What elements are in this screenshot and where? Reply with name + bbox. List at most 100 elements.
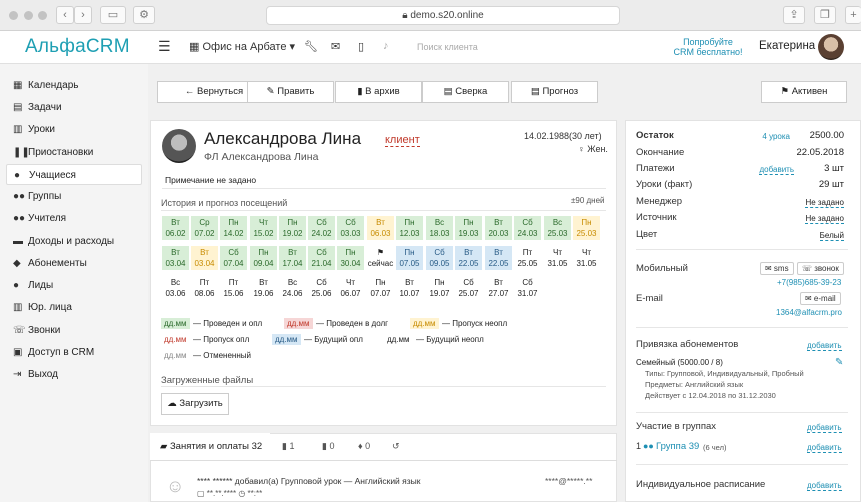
- attendance-day[interactable]: Вт 22.05: [455, 246, 482, 270]
- sidebar-item-company[interactable]: ▥ Юр. лица: [6, 297, 142, 318]
- sidebar-item-leads[interactable]: ● Лиды: [6, 275, 142, 296]
- attendance-day[interactable]: Сб 07.04: [220, 246, 247, 270]
- subscription-name[interactable]: Семейный (5000.00 / 8): [636, 358, 723, 367]
- client-tag[interactable]: клиент: [385, 134, 420, 147]
- balance-value[interactable]: Белый: [819, 231, 844, 241]
- attendance-day[interactable]: Вс 25.03: [544, 216, 571, 240]
- balance-link[interactable]: добавить: [759, 165, 794, 175]
- attendance-day[interactable]: Пн 07.05: [396, 246, 423, 270]
- attendance-day[interactable]: Пн 25.03: [573, 216, 600, 240]
- attendance-day[interactable]: Пн 12.03: [396, 216, 423, 240]
- back-arrow-icon[interactable]: ‹: [56, 6, 74, 24]
- attendance-day[interactable]: Вс 24.06: [279, 276, 306, 300]
- attendance-day[interactable]: Сб 09.05: [426, 246, 453, 270]
- sidebar-item-pause[interactable]: ❚❚ Приостановки: [6, 142, 142, 163]
- sidebar-item-tasks[interactable]: ▤ Задачи: [6, 97, 142, 118]
- user-name[interactable]: Екатерина: [759, 40, 815, 52]
- attendance-day[interactable]: Вт 03.04: [191, 246, 218, 270]
- attendance-day[interactable]: Чт 15.02: [250, 216, 277, 240]
- attendance-day[interactable]: Вт 10.07: [396, 276, 423, 300]
- add-subscription-link[interactable]: добавить: [807, 341, 842, 351]
- attendance-day[interactable]: Пн 09.04: [250, 246, 277, 270]
- mail-icon[interactable]: ✉: [331, 40, 340, 53]
- sidebar-item-calendar[interactable]: ▦ Календарь: [6, 75, 142, 96]
- reconcile-button[interactable]: ▤ Сверка: [422, 81, 509, 103]
- mobile-phone[interactable]: +7(985)685-39-23: [777, 278, 841, 287]
- new-tab-icon[interactable]: +: [845, 6, 861, 24]
- mobile-icon[interactable]: ▯: [358, 40, 364, 53]
- wrench-icon[interactable]: 🔧︎: [304, 40, 318, 53]
- group-add-link[interactable]: добавить: [807, 443, 842, 453]
- sidebar-item-money[interactable]: ▬ Доходы и расходы: [6, 231, 142, 252]
- attendance-day[interactable]: Вт 03.04: [162, 246, 189, 270]
- attendance-day[interactable]: Вт 17.04: [279, 246, 306, 270]
- tab-history[interactable]: ↺: [392, 441, 400, 452]
- attendance-day[interactable]: Пн 14.02: [220, 216, 247, 240]
- sidebar-item-phone[interactable]: ☏ Звонки: [6, 320, 142, 341]
- attendance-day[interactable]: Вс 03.06: [162, 276, 189, 300]
- attendance-day[interactable]: Сб 25.06: [308, 276, 335, 300]
- upload-button[interactable]: ☁ Загрузить: [161, 393, 229, 415]
- window-zoom-dot[interactable]: [38, 11, 47, 20]
- balance-link[interactable]: 4 урока: [762, 132, 790, 141]
- attendance-day[interactable]: Сб 24.02: [308, 216, 335, 240]
- attendance-day[interactable]: ⚑ сейчас: [367, 246, 394, 270]
- attendance-day[interactable]: Чт 31.05: [573, 246, 600, 270]
- attendance-day[interactable]: Сб 24.03: [514, 216, 541, 240]
- attendance-day[interactable]: Пт 25.05: [514, 246, 541, 270]
- attendance-day[interactable]: Вт 20.03: [485, 216, 512, 240]
- email-address[interactable]: 1364@alfacrm.pro: [776, 308, 842, 317]
- pencil-icon[interactable]: ✎: [835, 357, 843, 368]
- sms-button[interactable]: ✉ sms: [760, 262, 794, 275]
- attendance-day[interactable]: Сб 03.03: [337, 216, 364, 240]
- forward-arrow-icon[interactable]: ›: [74, 6, 92, 24]
- balance-value[interactable]: Не задано: [805, 198, 844, 208]
- attendance-day[interactable]: Пн 19.03: [455, 216, 482, 240]
- email-button[interactable]: ✉ e-mail: [800, 292, 841, 305]
- attendance-day[interactable]: Пн 07.07: [367, 276, 394, 300]
- archive-button[interactable]: ▮ В архив: [335, 81, 422, 103]
- sidebar-toggle-icon[interactable]: ▭: [100, 6, 126, 24]
- attendance-day[interactable]: Пн 30.04: [337, 246, 364, 270]
- user-avatar[interactable]: [818, 34, 844, 60]
- attendance-day[interactable]: Вт 22.05: [485, 246, 512, 270]
- sidebar-item-lessons[interactable]: ▥ Уроки: [6, 119, 142, 140]
- attendance-day[interactable]: Вс 18.03: [426, 216, 453, 240]
- settings-gear-icon[interactable]: ⚙: [133, 6, 155, 24]
- attendance-day[interactable]: Вт 06.02: [162, 216, 189, 240]
- balance-value[interactable]: Не задано: [805, 214, 844, 224]
- call-button[interactable]: ☏ звонок: [797, 262, 844, 275]
- client-search-input[interactable]: Поиск клиента: [417, 42, 478, 52]
- sidebar-item-lock[interactable]: ▣ Доступ в CRM: [6, 342, 142, 363]
- attendance-day[interactable]: Чт 06.07: [337, 276, 364, 300]
- sidebar-item-groups[interactable]: ●● Группы: [6, 186, 142, 207]
- attendance-day[interactable]: Вт 19.06: [250, 276, 277, 300]
- add-group-link[interactable]: добавить: [807, 423, 842, 433]
- active-status-button[interactable]: ⚑ Активен: [761, 81, 847, 103]
- share-icon[interactable]: ⇪: [783, 6, 805, 24]
- sidebar-item-subscription[interactable]: ◆ Абонементы: [6, 253, 142, 274]
- tab-lessons-payments[interactable]: ▰ Занятия и оплаты 32: [150, 433, 270, 460]
- tab-3[interactable]: ▮ 0: [322, 441, 334, 452]
- attendance-day[interactable]: Сб 21.04: [308, 246, 335, 270]
- attendance-day[interactable]: Пн 19.07: [426, 276, 453, 300]
- forecast-button[interactable]: ▤ Прогноз: [511, 81, 598, 103]
- attendance-day[interactable]: Сб 25.07: [455, 276, 482, 300]
- promo-link[interactable]: Попробуйте CRM бесплатно!: [673, 37, 743, 57]
- attendance-day[interactable]: Вт 06.03: [367, 216, 394, 240]
- attendance-day[interactable]: Вт 27.07: [485, 276, 512, 300]
- sidebar-item-exit[interactable]: ⇥ Выход: [6, 364, 142, 385]
- attendance-day[interactable]: Пн 19.02: [279, 216, 306, 240]
- group-link[interactable]: Группа 39: [656, 441, 699, 452]
- client-note[interactable]: Примечание не задано: [165, 175, 256, 185]
- sidebar-item-user[interactable]: ● Учащиеся: [6, 164, 142, 185]
- app-logo[interactable]: АльфаCRM: [25, 36, 130, 58]
- attendance-day[interactable]: Пт 15.06: [220, 276, 247, 300]
- sidebar-item-teachers[interactable]: ●● Учителя: [6, 208, 142, 229]
- tab-2[interactable]: ▮ 1: [282, 441, 294, 452]
- tab-4[interactable]: ♦ 0: [358, 441, 370, 451]
- bell-icon[interactable]: ♪: [383, 40, 389, 52]
- attendance-day[interactable]: Пт 08.06: [191, 276, 218, 300]
- attendance-day[interactable]: Чт 31.05: [544, 246, 571, 270]
- tabs-icon[interactable]: ❐: [814, 6, 836, 24]
